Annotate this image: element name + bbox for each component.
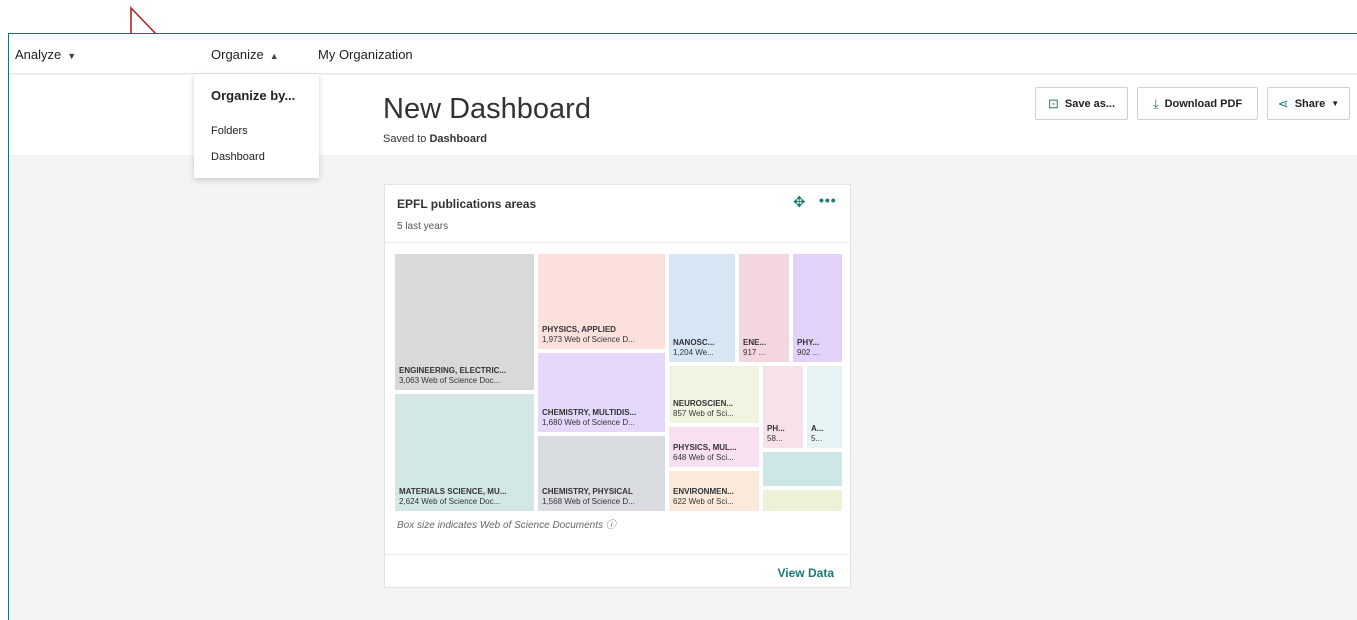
- box-size-note: Box size indicates Web of Science Docume…: [397, 520, 616, 531]
- treemap-tile[interactable]: PHY... 902 ...: [793, 254, 842, 362]
- treemap-tile-value: 648 Web of Sci...: [673, 453, 734, 462]
- download-icon: ⤓: [1152, 95, 1159, 111]
- treemap-tile-value: 5...: [811, 434, 823, 443]
- dropdown-item-dashboard[interactable]: Dashboard: [211, 151, 265, 163]
- more-options-icon[interactable]: •••: [819, 192, 837, 208]
- saved-location-link: Dashboard: [429, 133, 487, 145]
- treemap-tile-label: NEUROSCIEN...: [673, 399, 734, 408]
- treemap-tile-value: 1,680 Web of Science D...: [542, 418, 635, 427]
- treemap-tile[interactable]: PH... 58...: [763, 366, 803, 448]
- treemap-tile[interactable]: PHYSICS, APPLIED 1,973 Web of Science D..…: [538, 254, 665, 349]
- move-icon[interactable]: ✥: [793, 193, 806, 211]
- treemap-tile-label: ENE...: [743, 338, 767, 347]
- card-title: EPFL publications areas: [397, 197, 537, 211]
- treemap-tile-label: CHEMISTRY, PHYSICAL: [542, 487, 633, 496]
- saved-prefix: Saved to: [383, 133, 430, 145]
- treemap-tile-value: 1,568 Web of Science D...: [542, 497, 635, 506]
- caret-up-icon: ▲: [269, 51, 279, 61]
- treemap-tile-label: ENGINEERING, ELECTRIC...: [399, 366, 507, 375]
- treemap-tile[interactable]: ENGINEERING, ELECTRIC... 3,063 Web of Sci…: [395, 254, 534, 390]
- caret-down-icon: ▼: [67, 51, 77, 61]
- treemap-tile-label: A...: [811, 424, 824, 433]
- app-frame: Analyze ▼ Organize ▲ My Organization New D…: [8, 33, 1357, 620]
- treemap-tile-value: 622 Web of Sci...: [673, 497, 734, 506]
- share-label: Share: [1294, 97, 1326, 110]
- save-icon: ⊡: [1047, 95, 1059, 111]
- treemap-tile-value: 2,624 Web of Science Doc...: [399, 497, 501, 506]
- treemap-tile-value: 917 ...: [743, 348, 766, 357]
- treemap-tile[interactable]: ENE... 917 ...: [739, 254, 789, 362]
- treemap-tile[interactable]: PHYSICS, MUL... 648 Web of Sci...: [669, 427, 759, 467]
- dropdown-item-folders[interactable]: Folders: [211, 125, 248, 137]
- download-pdf-label: Download PDF: [1164, 97, 1243, 110]
- nav-organize-label: Organize: [211, 47, 264, 62]
- nav-my-organization[interactable]: My Organization: [318, 47, 413, 62]
- card-divider: [385, 242, 850, 243]
- save-as-button[interactable]: ⊡ Save as...: [1035, 87, 1128, 120]
- treemap-tile-value: 3,063 Web of Science Doc...: [399, 376, 501, 385]
- page-title: New Dashboard: [383, 93, 591, 125]
- nav-organize[interactable]: Organize ▲: [211, 47, 279, 62]
- treemap-tile-label: PHYSICS, MUL...: [673, 443, 737, 452]
- treemap-tile-label: PHY...: [797, 338, 820, 347]
- card-subtitle: 5 last years: [397, 221, 449, 232]
- treemap-tile[interactable]: NANOSC... 1,204 We...: [669, 254, 735, 362]
- treemap-tile[interactable]: A... 5...: [807, 366, 842, 448]
- dropdown-heading: Organize by...: [211, 88, 296, 103]
- treemap-tile-value: 1,973 Web of Science D...: [542, 335, 635, 344]
- treemap-tile[interactable]: [763, 452, 842, 486]
- treemap-tile-label: PHYSICS, APPLIED: [542, 325, 616, 334]
- treemap-tile-value: 902 ...: [797, 348, 820, 357]
- nav-analyze[interactable]: Analyze ▼: [15, 47, 76, 62]
- treemap-tile-value: 1,204 We...: [673, 348, 714, 357]
- nav-analyze-label: Analyze: [15, 47, 62, 62]
- treemap-tile-label: ENVIRONMEN...: [673, 487, 734, 496]
- share-button[interactable]: ⋖ Share ▼: [1267, 87, 1350, 120]
- save-as-label: Save as...: [1064, 97, 1116, 110]
- share-icon: ⋖: [1277, 95, 1289, 111]
- treemap-tile-label: MATERIALS SCIENCE, MU...: [399, 487, 507, 496]
- download-pdf-button[interactable]: ⤓ Download PDF: [1137, 87, 1258, 120]
- treemap-tile-label: NANOSC...: [673, 338, 715, 347]
- nav-my-organization-label: My Organization: [318, 47, 413, 62]
- treemap-tile-value: 857 Web of Sci...: [673, 409, 734, 418]
- card-footer-divider: [385, 554, 850, 555]
- organize-dropdown: Organize by... Folders Dashboard: [194, 74, 319, 178]
- publications-card: EPFL publications areas 5 last years ✥ •…: [384, 184, 851, 588]
- treemap-tile[interactable]: MATERIALS SCIENCE, MU... 2,624 Web of Sci…: [395, 394, 534, 511]
- caret-down-icon: ▼: [1331, 99, 1340, 108]
- treemap-tile[interactable]: ENVIRONMEN... 622 Web of Sci...: [669, 471, 759, 511]
- treemap-chart: ENGINEERING, ELECTRIC... 3,063 Web of Sci…: [395, 254, 842, 511]
- treemap-tile-label: PH...: [767, 424, 785, 433]
- treemap-tile-value: 58...: [767, 434, 783, 443]
- saved-location: Saved to Dashboard: [383, 133, 487, 145]
- treemap-tile[interactable]: CHEMISTRY, PHYSICAL 1,568 Web of Science …: [538, 436, 665, 511]
- treemap-tile[interactable]: [763, 490, 842, 511]
- top-navbar: Analyze ▼ Organize ▲ My Organization: [9, 34, 1357, 74]
- treemap-tile-label: CHEMISTRY, MULTIDIS...: [542, 408, 637, 417]
- treemap-tile[interactable]: CHEMISTRY, MULTIDIS... 1,680 Web of Scien…: [538, 353, 665, 432]
- treemap-tile[interactable]: NEUROSCIEN... 857 Web of Sci...: [669, 366, 759, 423]
- view-data-link[interactable]: View Data: [778, 566, 834, 580]
